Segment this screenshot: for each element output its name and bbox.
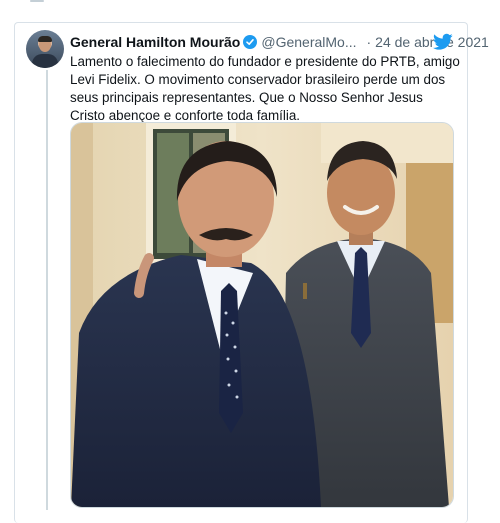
header-separator: ·: [366, 34, 372, 50]
tweet-photo[interactable]: [70, 122, 454, 508]
avatar[interactable]: [26, 30, 64, 68]
verified-badge-icon: [243, 35, 258, 49]
tweet-text: Lamento o falecimento do fundador e pres…: [70, 54, 460, 123]
avatar-suit: [32, 54, 58, 68]
author-handle[interactable]: @GeneralMo...: [261, 34, 356, 50]
photo-illustration: [71, 123, 453, 507]
author-name[interactable]: General Hamilton Mourão: [70, 34, 240, 50]
tweet-header: General Hamilton Mourão @GeneralMo... · 24 …: [70, 33, 489, 53]
previous-tweet-edge: [0, 0, 500, 14]
thread-line: [46, 70, 48, 510]
twitter-bird-icon[interactable]: [433, 33, 453, 51]
divider: [30, 0, 44, 2]
tweet-date[interactable]: 24 de abr de 2021: [375, 34, 489, 50]
avatar-hair: [38, 36, 52, 42]
